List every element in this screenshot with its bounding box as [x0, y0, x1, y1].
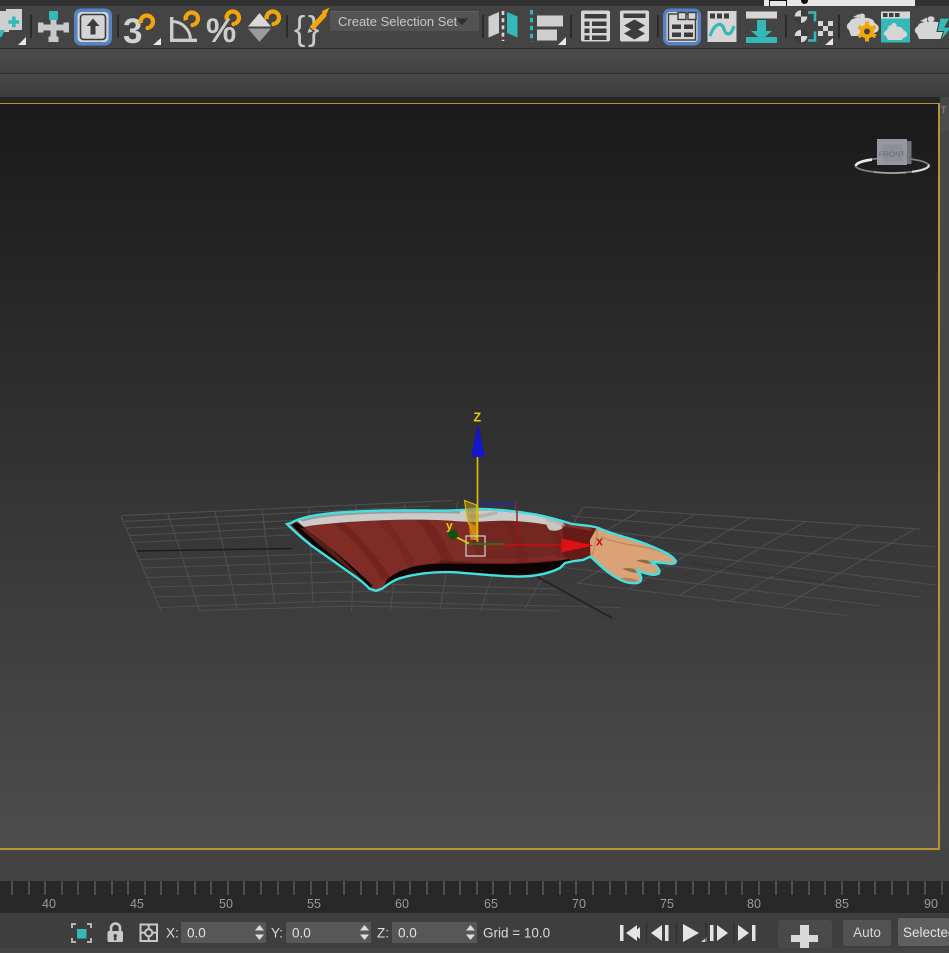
svg-text:Selected: Selected	[903, 925, 949, 940]
svg-text:X:: X:	[166, 926, 179, 941]
svg-text:Z:: Z:	[377, 926, 389, 941]
svg-text:Auto: Auto	[853, 925, 881, 940]
svg-text:55: 55	[307, 897, 321, 911]
svg-text:Z: Z	[474, 411, 482, 425]
svg-text:40: 40	[42, 897, 56, 911]
svg-text:FRONT: FRONT	[879, 150, 906, 159]
svg-text:65: 65	[484, 897, 498, 911]
svg-text:70: 70	[572, 897, 586, 911]
svg-text:75: 75	[660, 897, 674, 911]
svg-text:0.0: 0.0	[398, 926, 417, 941]
svg-text:45: 45	[130, 897, 144, 911]
svg-text:50: 50	[219, 897, 233, 911]
svg-text:%: %	[206, 12, 236, 48]
svg-text:{: {	[294, 10, 305, 48]
svg-text:90: 90	[924, 897, 938, 911]
svg-text:Grid = 10.0: Grid = 10.0	[483, 926, 550, 941]
svg-text:85: 85	[835, 897, 849, 911]
svg-text:0.0: 0.0	[187, 926, 206, 941]
svg-text:x: x	[596, 535, 603, 549]
svg-text:0.0: 0.0	[292, 926, 311, 941]
svg-text:y: y	[446, 519, 453, 533]
svg-text:60: 60	[395, 897, 409, 911]
svg-text:3: 3	[123, 12, 142, 48]
svg-text:Create Selection Set: Create Selection Set	[338, 14, 458, 29]
svg-text:Y:: Y:	[271, 926, 283, 941]
svg-text:80: 80	[747, 897, 761, 911]
